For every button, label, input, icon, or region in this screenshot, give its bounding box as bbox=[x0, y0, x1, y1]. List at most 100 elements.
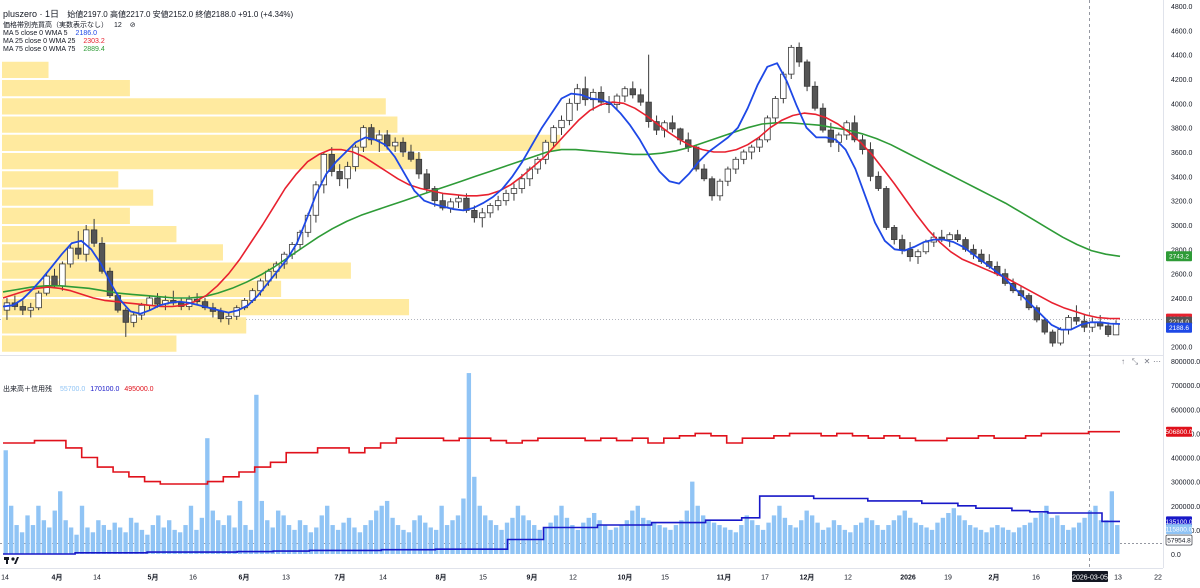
candle bbox=[328, 147, 335, 177]
candle-body bbox=[811, 85, 819, 109]
volume-bar bbox=[880, 529, 886, 554]
volume-tag: 115800.0 bbox=[1166, 527, 1193, 534]
candle bbox=[629, 81, 636, 99]
candle-body bbox=[471, 209, 478, 219]
volume-bar bbox=[859, 522, 864, 554]
volume-bar bbox=[14, 525, 19, 554]
volume-bar bbox=[8, 505, 14, 554]
volume-bar bbox=[799, 520, 804, 554]
volume-bar bbox=[869, 520, 875, 554]
volume-bar bbox=[1011, 532, 1016, 554]
volume-bar bbox=[750, 520, 755, 554]
volume-bar bbox=[1027, 522, 1033, 554]
chart-canvas[interactable]: 2000.02200.02400.02600.02800.03000.03200… bbox=[0, 0, 1200, 588]
volume-bar bbox=[1022, 525, 1027, 554]
candle bbox=[1049, 329, 1056, 347]
vp-row bbox=[2, 116, 398, 133]
volume-bar bbox=[74, 534, 79, 554]
time-tick-label: 16 bbox=[1032, 575, 1040, 582]
volume-bar bbox=[286, 525, 292, 554]
collapse-icon[interactable]: ⤡ bbox=[1130, 357, 1140, 367]
symbol-title[interactable]: pluszero · 1日 bbox=[3, 9, 59, 19]
candle-body bbox=[154, 297, 161, 305]
time-tick-label: 2月 bbox=[989, 574, 1000, 582]
volume-bar bbox=[592, 512, 597, 554]
time-tick-label: 17 bbox=[761, 575, 769, 582]
price-tick-label: 3800.0 bbox=[1171, 126, 1193, 133]
volume-bar bbox=[254, 394, 259, 554]
candle-body bbox=[748, 146, 755, 153]
move-up-icon[interactable]: ↑ bbox=[1118, 357, 1128, 367]
volume-bar bbox=[771, 515, 777, 554]
volume-legend-label: 出来高＋信用残 bbox=[3, 386, 52, 393]
time-tick-label: 13 bbox=[282, 575, 290, 582]
candle-body bbox=[399, 141, 407, 153]
volume-bar bbox=[700, 515, 706, 554]
volume-bar bbox=[134, 522, 139, 554]
volume-bar bbox=[630, 510, 635, 554]
candle-body bbox=[724, 168, 732, 182]
candle bbox=[1073, 305, 1080, 325]
vp-row bbox=[2, 244, 223, 261]
volume-bar bbox=[477, 505, 482, 554]
price-tick-label: 2400.0 bbox=[1171, 296, 1193, 303]
ma25-legend-label: MA 25 close 0 WMA 25 bbox=[3, 38, 76, 45]
time-tick-label: 8月 bbox=[436, 574, 447, 582]
volume-bar bbox=[3, 450, 8, 554]
legend-volume[interactable]: 出来高＋信用残 55700.0 170100.0 495000.0 bbox=[3, 385, 154, 394]
tradingview-logo-icon[interactable] bbox=[4, 557, 19, 564]
volume-bar bbox=[586, 517, 591, 554]
candle-body bbox=[494, 200, 502, 206]
volume-bar bbox=[782, 517, 788, 554]
candle-body bbox=[336, 171, 343, 180]
candle-body bbox=[130, 314, 137, 323]
volume-bar bbox=[226, 515, 232, 554]
volume-bar bbox=[755, 525, 760, 554]
candle-body bbox=[550, 127, 557, 143]
candle-body bbox=[67, 247, 74, 265]
volume-bar bbox=[128, 517, 134, 554]
volume-bar bbox=[1000, 527, 1006, 554]
close-icon[interactable]: ✕ bbox=[1142, 357, 1152, 367]
legend-ma75[interactable]: MA 75 close 0 WMA 75 2889.4 bbox=[3, 45, 105, 54]
volume-bar bbox=[826, 527, 831, 554]
candle-body bbox=[906, 248, 914, 258]
volume-bar bbox=[940, 517, 946, 554]
visibility-off-icon[interactable]: ⊘ bbox=[130, 22, 136, 29]
volume-bar bbox=[766, 522, 771, 554]
volume-bar bbox=[112, 522, 117, 554]
time-tick-label: 13 bbox=[1114, 575, 1122, 582]
time-tick-label: 22 bbox=[1154, 575, 1162, 582]
volume-bar bbox=[908, 517, 913, 554]
volume-bar bbox=[526, 520, 531, 554]
time-tick-label: 15 bbox=[661, 575, 669, 582]
volume-bar bbox=[793, 527, 798, 554]
volume-bar bbox=[52, 510, 57, 554]
candle bbox=[811, 81, 819, 111]
candle-body bbox=[772, 98, 779, 119]
candle bbox=[494, 195, 502, 211]
volume-bar bbox=[1066, 529, 1071, 554]
candle-body bbox=[914, 251, 922, 258]
volume-bar bbox=[695, 505, 700, 554]
candle-body bbox=[795, 46, 803, 63]
candle-body bbox=[922, 241, 930, 253]
candle-body bbox=[875, 175, 882, 189]
candle-body bbox=[59, 263, 66, 287]
volume-bar bbox=[472, 476, 477, 554]
time-tick-label: 14 bbox=[93, 575, 101, 582]
ma75-legend-value: 2889.4 bbox=[83, 46, 105, 53]
candle-body bbox=[352, 146, 359, 167]
candle-body bbox=[344, 166, 351, 180]
candle bbox=[700, 164, 708, 182]
volume-tick-label: 700000.0 bbox=[1171, 383, 1200, 390]
volume-bar bbox=[90, 532, 96, 554]
volume-bar bbox=[101, 525, 106, 554]
volume-bar bbox=[210, 510, 215, 554]
vp-legend-label: 価格帯別売買高（実数表示なし） bbox=[3, 22, 108, 29]
volume-bar bbox=[177, 532, 183, 554]
more-options-icon[interactable]: ⋯ bbox=[1152, 357, 1162, 367]
volume-bar bbox=[619, 525, 624, 554]
candle-body bbox=[621, 88, 629, 97]
margin-sell-line bbox=[3, 430, 1120, 485]
